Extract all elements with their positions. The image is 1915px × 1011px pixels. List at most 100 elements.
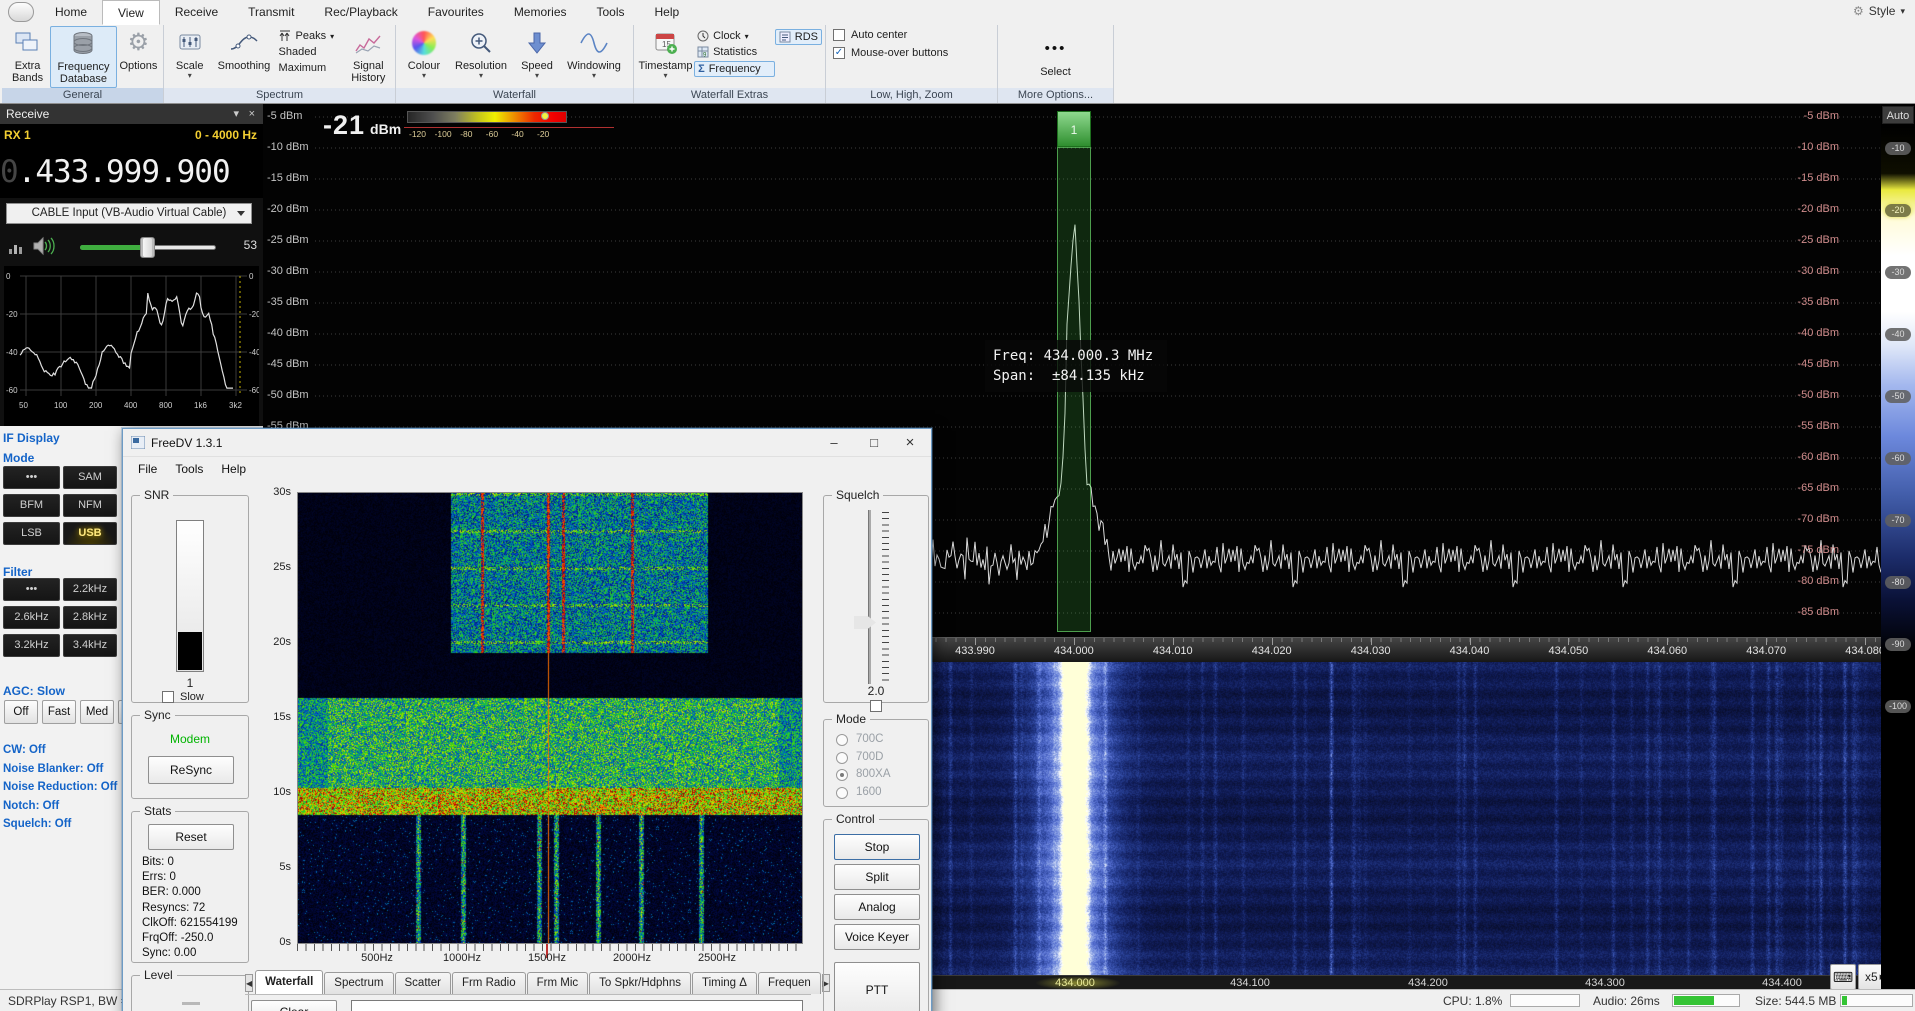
smoothing-icon xyxy=(229,28,259,58)
agc-button-off[interactable]: Off xyxy=(4,700,38,724)
frequency-database-button[interactable]: Frequency Database xyxy=(50,26,117,88)
frequency-display[interactable]: 0.433.999.900 xyxy=(0,146,263,198)
speed-button[interactable]: Speed ▾ xyxy=(513,26,561,88)
equalizer-icon[interactable] xyxy=(8,239,26,255)
ruler-major-tick xyxy=(1865,638,1866,645)
freedv-tab-frmmic[interactable]: Frm Mic xyxy=(527,972,589,994)
filter-button-[interactable]: ••• xyxy=(3,578,60,601)
maximum-button[interactable]: Maximum xyxy=(276,61,345,75)
mode-radio-700c[interactable] xyxy=(836,734,848,746)
filter-button-32kHz[interactable]: 3.2kHz xyxy=(3,634,60,657)
ribbon-tab-memories[interactable]: Memories xyxy=(499,0,582,25)
control-button-voicekeyer[interactable]: Voice Keyer xyxy=(834,924,920,950)
db-label-right: -20 dBm xyxy=(1797,203,1839,215)
statistics-button[interactable]: 9 Statistics xyxy=(694,45,775,59)
peaks-button[interactable]: Peaks ▾ xyxy=(276,29,345,43)
tab-scroll-left[interactable]: ◀ xyxy=(245,974,253,992)
clock-icon xyxy=(697,30,709,42)
scale-button[interactable]: Scale ▾ xyxy=(167,26,212,88)
control-button-stop[interactable]: Stop xyxy=(834,834,920,860)
agc-button-med[interactable]: Med xyxy=(80,700,114,724)
ruler-major-tick xyxy=(1074,638,1075,645)
filter-button-28kHz[interactable]: 2.8kHz xyxy=(63,606,117,629)
mode-button-USB[interactable]: USB xyxy=(63,522,117,545)
freedv-menu-tools[interactable]: Tools xyxy=(166,457,212,481)
freedv-waterfall-plot[interactable] xyxy=(297,492,803,944)
squelch-slider-thumb[interactable] xyxy=(854,616,876,629)
audio-x-label: 400 xyxy=(124,401,138,410)
channel-marker[interactable]: 1 xyxy=(1057,111,1091,147)
snr-slow-checkbox[interactable]: Slow xyxy=(162,691,204,703)
speaker-icon[interactable] xyxy=(32,236,56,256)
signal-history-button[interactable]: Signal History xyxy=(345,26,392,88)
message-textbox[interactable] xyxy=(351,1000,803,1011)
freedv-tab-scatter[interactable]: Scatter xyxy=(395,972,451,994)
squelch-checkbox[interactable] xyxy=(870,700,882,712)
ribbon-tab-help[interactable]: Help xyxy=(640,0,695,25)
panel-collapse-icon[interactable]: ▾ xyxy=(233,104,239,124)
ribbon-tab-receive[interactable]: Receive xyxy=(160,0,233,25)
freedv-tab-frequen[interactable]: Frequen xyxy=(758,972,821,994)
auto-level-button[interactable]: Auto xyxy=(1882,106,1914,124)
colour-button[interactable]: Colour ▾ xyxy=(399,26,449,88)
panel-close-icon[interactable]: × xyxy=(249,104,255,124)
resolution-button[interactable]: Resolution ▾ xyxy=(449,26,513,88)
extra-bands-button[interactable]: Extra Bands xyxy=(5,26,50,88)
ribbon-tab-recplayback[interactable]: Rec/Playback xyxy=(309,0,412,25)
squelch-slider-track[interactable] xyxy=(868,510,871,684)
timestamp-button[interactable]: 15 Timestamp ▾ xyxy=(637,26,694,88)
frequency-button[interactable]: Σ Frequency xyxy=(694,61,775,77)
mouse-over-buttons-checkbox[interactable]: ✓ Mouse-over buttons xyxy=(833,47,948,59)
filter-button-26kHz[interactable]: 2.6kHz xyxy=(3,606,60,629)
mode-button-LSB[interactable]: LSB xyxy=(3,522,60,545)
freedv-tab-timing[interactable]: Timing Δ xyxy=(692,972,757,994)
freedv-tab-tospkrhdphns[interactable]: To Spkr/Hdphns xyxy=(589,972,691,994)
maximize-button[interactable]: □ xyxy=(857,429,891,456)
smoothing-button[interactable]: Smoothing xyxy=(212,26,275,88)
reset-button[interactable]: Reset xyxy=(148,824,234,850)
ribbon-tab-favourites[interactable]: Favourites xyxy=(413,0,499,25)
close-button[interactable]: × xyxy=(893,429,927,456)
auto-center-checkbox[interactable]: Auto center xyxy=(833,29,907,41)
freedv-menu-file[interactable]: File xyxy=(129,457,166,481)
ptt-button[interactable]: PTT xyxy=(834,962,920,1011)
ribbon-tab-home[interactable]: Home xyxy=(40,0,102,25)
minimize-button[interactable]: – xyxy=(817,429,851,456)
mode-radio-700d[interactable] xyxy=(836,752,848,764)
level-gradient-strip[interactable] xyxy=(1881,126,1915,989)
app-menu-button[interactable] xyxy=(8,2,34,22)
ribbon-tab-view[interactable]: View xyxy=(102,0,160,25)
options-button[interactable]: ⚙ Options xyxy=(117,26,160,88)
freedv-menu-help[interactable]: Help xyxy=(212,457,255,481)
select-button[interactable]: ••• Select xyxy=(1028,26,1084,88)
audio-device-dropdown[interactable]: CABLE Input (VB-Audio Virtual Cable) xyxy=(6,203,252,224)
style-button[interactable]: ⚙ Style ▾ xyxy=(1843,0,1915,25)
mode-button-BFM[interactable]: BFM xyxy=(3,494,60,517)
ribbon-tab-tools[interactable]: Tools xyxy=(582,0,640,25)
dsp-status-0: CW: Off xyxy=(3,744,46,756)
volume-slider-handle[interactable] xyxy=(140,237,155,258)
keyboard-button[interactable]: ⌨ xyxy=(1830,964,1856,990)
freedv-tab-waterfall[interactable]: Waterfall xyxy=(255,970,323,994)
mode-button-SAM[interactable]: SAM xyxy=(63,466,117,489)
filter-button-22kHz[interactable]: 2.2kHz xyxy=(63,578,117,601)
windowing-button[interactable]: Windowing ▾ xyxy=(561,26,627,88)
control-button-analog[interactable]: Analog xyxy=(834,894,920,920)
mode-button-NFM[interactable]: NFM xyxy=(63,494,117,517)
clock-button[interactable]: Clock ▾ xyxy=(694,29,775,43)
agc-button-fast[interactable]: Fast xyxy=(42,700,76,724)
freedv-tab-spectrum[interactable]: Spectrum xyxy=(324,972,393,994)
resync-button[interactable]: ReSync xyxy=(148,756,234,784)
clear-button[interactable]: Clear xyxy=(251,1000,337,1011)
mode-radio-1600[interactable] xyxy=(836,787,848,799)
control-button-split[interactable]: Split xyxy=(834,864,920,890)
ribbon-tab-transmit[interactable]: Transmit xyxy=(233,0,309,25)
shaded-button[interactable]: Shaded xyxy=(276,45,345,59)
freedv-title-bar[interactable]: FreeDV 1.3.1 – □ × xyxy=(123,429,931,457)
db-label-right: -10 dBm xyxy=(1797,141,1839,153)
filter-button-34kHz[interactable]: 3.4kHz xyxy=(63,634,117,657)
freedv-tab-frmradio[interactable]: Frm Radio xyxy=(452,972,526,994)
rds-button[interactable]: RDS xyxy=(775,29,822,45)
mode-button-[interactable]: ••• xyxy=(3,466,60,489)
mode-radio-800xa[interactable] xyxy=(836,769,848,781)
